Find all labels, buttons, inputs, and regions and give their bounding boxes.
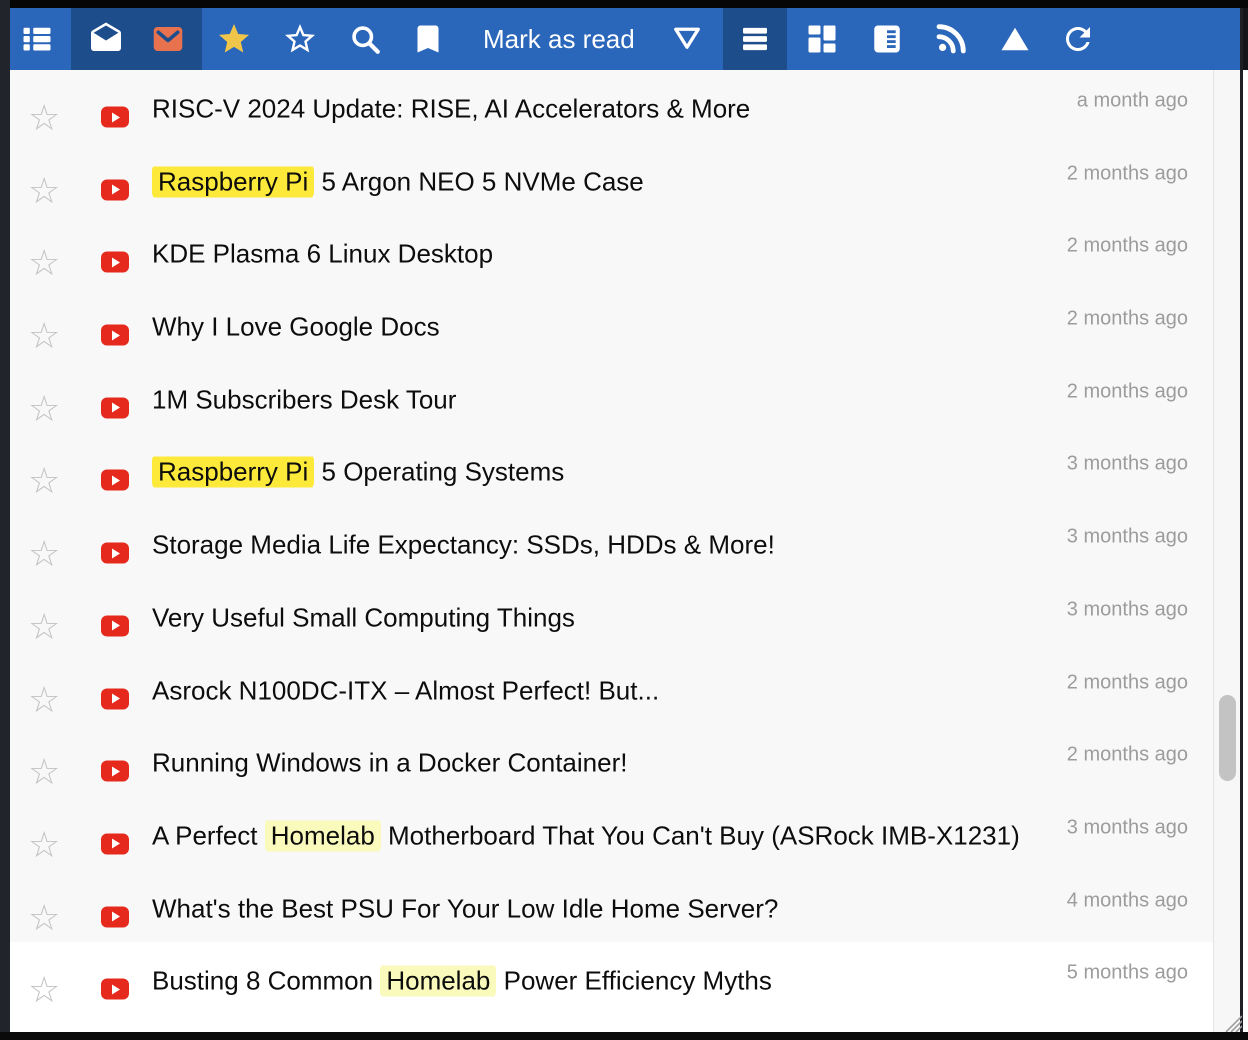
list-item[interactable]: ☆ Why I Love Google Docs 2 months ago — [10, 288, 1213, 361]
item-date: a month ago — [1077, 90, 1188, 113]
item-title: Storage Media Life Expectancy: SSDs, HDD… — [152, 530, 1043, 561]
filter-triangle-icon[interactable] — [669, 21, 705, 57]
youtube-icon — [101, 325, 129, 346]
youtube-icon — [101, 179, 129, 200]
list-item[interactable]: ☆ Very Useful Small Computing Things 3 m… — [10, 579, 1213, 652]
item-title: Raspberry Pi 5 Argon NEO 5 NVMe Case — [152, 166, 1043, 197]
youtube-icon — [101, 107, 129, 128]
toolbar: Mark as read — [10, 8, 1240, 70]
bookmark-icon[interactable] — [410, 21, 446, 57]
unread-envelope-icon[interactable] — [150, 21, 186, 57]
list-item[interactable]: ☆ Storage Media Life Expectancy: SSDs, H… — [10, 506, 1213, 579]
rss-icon[interactable] — [933, 21, 969, 57]
search-icon[interactable] — [347, 21, 383, 57]
youtube-icon — [101, 833, 129, 854]
article-list: ☆ RISC-V 2024 Update: RISE, AI Accelerat… — [10, 70, 1213, 1032]
item-title: Running Windows in a Docker Container! — [152, 748, 1043, 779]
star-toggle-icon[interactable]: ☆ — [28, 609, 60, 645]
window-edge-top — [0, 0, 1248, 8]
item-title: Very Useful Small Computing Things — [152, 602, 1043, 633]
youtube-icon — [101, 615, 129, 636]
list-item[interactable]: ☆ A Perfect Homelab Motherboard That You… — [10, 797, 1213, 870]
youtube-icon — [101, 906, 129, 927]
star-toggle-icon[interactable]: ☆ — [28, 318, 60, 354]
list-item[interactable]: ☆ Raspberry Pi 5 Operating Systems 3 mon… — [10, 433, 1213, 506]
star-toggle-icon[interactable]: ☆ — [28, 827, 60, 863]
list-item[interactable]: ☆ 1M Subscribers Desk Tour 2 months ago — [10, 361, 1213, 434]
star-toggle-icon[interactable]: ☆ — [28, 463, 60, 499]
item-title: Why I Love Google Docs — [152, 312, 1043, 343]
list-item[interactable]: ☆ What's the Best PSU For Your Low Idle … — [10, 870, 1213, 943]
resize-grip-icon[interactable] — [1216, 1006, 1242, 1032]
youtube-icon — [101, 470, 129, 491]
dashboard-icon[interactable] — [804, 21, 840, 57]
card-view-icon[interactable] — [869, 21, 905, 57]
item-date: 3 months ago — [1067, 453, 1188, 476]
scrollbar-track[interactable] — [1213, 70, 1240, 1032]
star-toggle-icon[interactable]: ☆ — [28, 245, 60, 281]
star-toggle-icon[interactable]: ☆ — [28, 900, 60, 936]
item-date: 2 months ago — [1067, 744, 1188, 767]
item-date: 2 months ago — [1067, 380, 1188, 403]
youtube-icon — [101, 252, 129, 273]
item-date: 2 months ago — [1067, 235, 1188, 258]
youtube-icon — [101, 543, 129, 564]
star-toggle-icon[interactable]: ☆ — [28, 536, 60, 572]
item-title: Raspberry Pi 5 Operating Systems — [152, 457, 1043, 488]
window-edge-left — [0, 0, 10, 1040]
window-edge-bottom — [0, 1032, 1248, 1040]
star-toggle-icon[interactable]: ☆ — [28, 682, 60, 718]
youtube-icon — [101, 688, 129, 709]
youtube-icon — [101, 761, 129, 782]
item-title: KDE Plasma 6 Linux Desktop — [152, 239, 1043, 270]
item-date: 3 months ago — [1067, 816, 1188, 839]
item-title: A Perfect Homelab Motherboard That You C… — [152, 820, 1043, 851]
item-date: 2 months ago — [1067, 671, 1188, 694]
item-date: 3 months ago — [1067, 598, 1188, 621]
youtube-icon — [101, 397, 129, 418]
star-toggle-icon[interactable]: ☆ — [28, 100, 60, 136]
list-view-icon[interactable] — [19, 21, 55, 57]
item-title: Asrock N100DC-ITX – Almost Perfect! But.… — [152, 675, 1043, 706]
star-outline-icon[interactable] — [282, 21, 318, 57]
item-title: What's the Best PSU For Your Low Idle Ho… — [152, 893, 1043, 924]
youtube-icon — [101, 979, 129, 1000]
list-item[interactable]: ☆ Asrock N100DC-ITX – Almost Perfect! Bu… — [10, 652, 1213, 725]
star-filled-icon[interactable] — [216, 21, 252, 57]
window-right-margin — [1243, 70, 1248, 1032]
star-toggle-icon[interactable]: ☆ — [28, 754, 60, 790]
item-title: 1M Subscribers Desk Tour — [152, 384, 1043, 415]
open-envelope-icon[interactable] — [88, 21, 124, 57]
item-date: 2 months ago — [1067, 308, 1188, 331]
item-date: 5 months ago — [1067, 962, 1188, 985]
list-item[interactable]: ☆ Busting 8 Common Homelab Power Efficie… — [10, 942, 1213, 1032]
list-item[interactable]: ☆ Raspberry Pi 5 Argon NEO 5 NVMe Case 2… — [10, 143, 1213, 216]
mark-as-read-button[interactable]: Mark as read — [483, 8, 635, 70]
item-date: 3 months ago — [1067, 526, 1188, 549]
list-item[interactable]: ☆ Running Windows in a Docker Container!… — [10, 724, 1213, 797]
star-toggle-icon[interactable]: ☆ — [28, 391, 60, 427]
item-title: Busting 8 Common Homelab Power Efficienc… — [152, 966, 1043, 997]
item-date: 2 months ago — [1067, 162, 1188, 185]
refresh-icon[interactable] — [1060, 21, 1096, 57]
star-toggle-icon[interactable]: ☆ — [28, 173, 60, 209]
menu-icon[interactable] — [737, 21, 773, 57]
list-item[interactable]: ☆ RISC-V 2024 Update: RISE, AI Accelerat… — [10, 70, 1213, 143]
item-date: 4 months ago — [1067, 889, 1188, 912]
item-title: RISC-V 2024 Update: RISE, AI Accelerator… — [152, 94, 1043, 125]
star-toggle-icon[interactable]: ☆ — [28, 972, 60, 1008]
scrollbar-thumb[interactable] — [1219, 695, 1236, 781]
list-item[interactable]: ☆ KDE Plasma 6 Linux Desktop 2 months ag… — [10, 215, 1213, 288]
up-triangle-icon[interactable] — [997, 21, 1033, 57]
